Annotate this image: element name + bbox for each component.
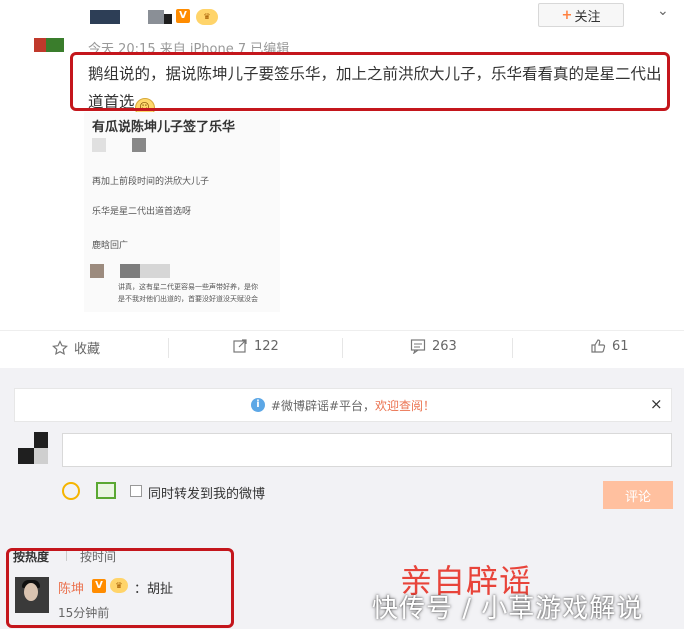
- notice-link[interactable]: 欢迎查阅！: [375, 397, 435, 414]
- notice-text: #微博辟谣#平台，: [270, 398, 376, 413]
- repost-checkbox[interactable]: [130, 485, 142, 497]
- divider: [0, 330, 684, 331]
- mosaic-block: [148, 10, 164, 24]
- watermark: 快传号 / 小草游戏解说: [372, 594, 644, 624]
- verified-badge-icon: V: [176, 9, 190, 23]
- like-count: 61: [612, 338, 629, 354]
- action-separator: [168, 338, 169, 358]
- image-line: 是不我对他们出道的，首要没好道没天赋没会: [118, 295, 258, 303]
- post-image[interactable]: 有瓜说陈坤儿子签了乐华 再加上前段时间的洪欣大儿子 乐华是星二代出道首选呀 鹿晗…: [84, 112, 280, 312]
- highlight-frame: [70, 52, 670, 111]
- like-button[interactable]: 61: [590, 338, 629, 354]
- info-icon: i: [250, 398, 265, 412]
- mosaic-block: [92, 138, 106, 152]
- comment-icon: [410, 339, 426, 354]
- rumor-notice: i #微博辟谣#平台， 欢迎查阅！: [14, 388, 672, 422]
- mosaic-block: [34, 448, 48, 464]
- vip-crown-icon: ♛: [196, 9, 218, 25]
- favorite-button[interactable]: 收藏: [52, 338, 100, 357]
- mosaic-block: [90, 10, 120, 24]
- repost-count: 122: [254, 338, 279, 354]
- mosaic-block: [34, 432, 48, 448]
- chevron-down-icon[interactable]: ⌄: [657, 3, 669, 19]
- highlight-frame: [6, 548, 234, 628]
- submit-comment-button[interactable]: 评论: [603, 481, 673, 509]
- comment-input[interactable]: [62, 433, 672, 467]
- mosaic-block: [90, 264, 104, 278]
- follow-label: 关注: [574, 9, 601, 25]
- comment-button[interactable]: 263: [410, 338, 457, 354]
- repost-checkbox-label: 同时转发到我的微博: [148, 487, 266, 502]
- image-upload-icon[interactable]: [96, 482, 116, 499]
- image-line: 乐华是星二代出道首选呀: [92, 207, 192, 217]
- mosaic-block: [132, 138, 146, 152]
- action-separator: [512, 338, 513, 358]
- mosaic-block: [164, 14, 172, 24]
- emoji-picker-icon[interactable]: [62, 482, 80, 500]
- comment-count: 263: [432, 338, 457, 354]
- avatar: [18, 432, 48, 464]
- action-separator: [342, 338, 343, 358]
- image-line: 再加上前段时间的洪欣大儿子: [92, 177, 210, 187]
- thumbs-up-icon: [591, 339, 606, 353]
- image-heading: 有瓜说陈坤儿子签了乐华: [92, 120, 236, 135]
- repost-icon: [233, 339, 247, 353]
- repost-button[interactable]: 122: [232, 338, 279, 354]
- plus-icon: +: [561, 7, 573, 23]
- image-line: 讲真，这有星二代更容易一些声带好养，是你: [118, 283, 258, 291]
- star-icon: [52, 339, 68, 355]
- favorite-label: 收藏: [74, 342, 101, 357]
- mosaic-block: [18, 448, 34, 464]
- close-icon[interactable]: ×: [650, 395, 663, 413]
- follow-button[interactable]: + 关注: [538, 3, 624, 27]
- avatar: [34, 38, 64, 52]
- mosaic-block: [120, 264, 170, 278]
- image-line: 鹿晗回广: [92, 241, 129, 251]
